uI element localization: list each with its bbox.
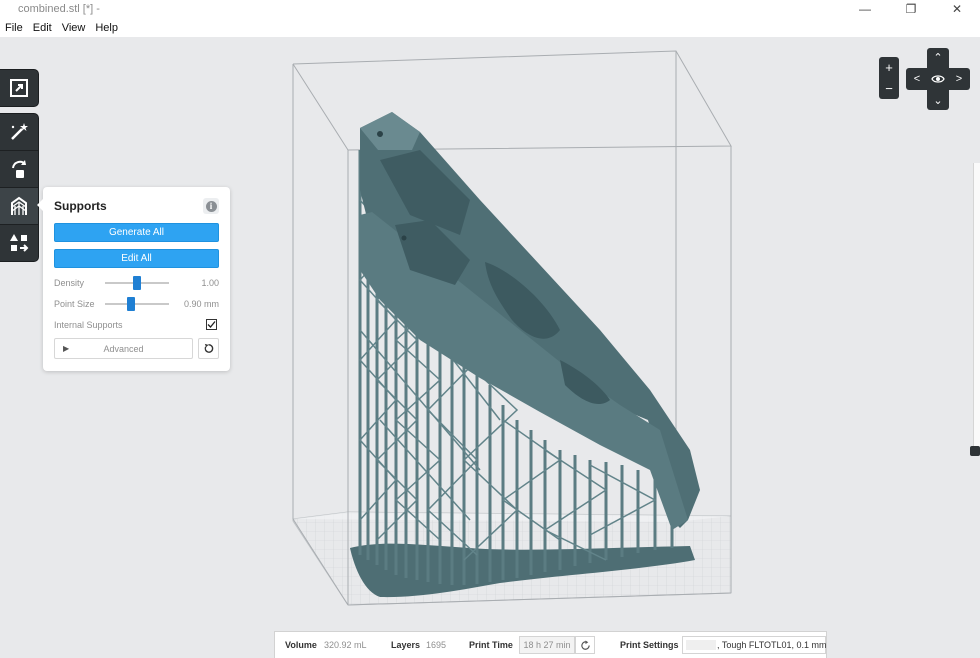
volume-label: Volume — [285, 640, 317, 650]
advanced-button[interactable]: ▶ Advanced — [54, 338, 193, 359]
recalculate-button[interactable] — [575, 636, 595, 654]
internal-supports-checkbox[interactable] — [206, 319, 217, 330]
restore-button[interactable]: ❐ — [888, 0, 934, 18]
density-slider-thumb[interactable] — [133, 276, 141, 290]
layers-label: Layers — [391, 640, 421, 650]
point-size-slider-thumb[interactable] — [126, 297, 135, 311]
print-settings-selector[interactable]: , Tough FLTOTL01, 0.1 mm — [682, 636, 827, 654]
info-icon[interactable]: i — [203, 198, 219, 214]
orientation-tool-button[interactable] — [0, 151, 38, 188]
internal-supports-label: Internal Supports — [54, 320, 123, 330]
menu-help[interactable]: Help — [90, 22, 123, 34]
point-size-value: 0.90 mm — [183, 299, 219, 309]
zoom-controls: + − — [879, 57, 899, 99]
pan-up-button[interactable]: ⌃ — [930, 49, 946, 65]
menu-edit[interactable]: Edit — [28, 22, 57, 34]
layer-slider-handle[interactable] — [970, 446, 980, 456]
zoom-in-button[interactable]: + — [879, 57, 899, 78]
volume-value: 320.92 mL — [324, 640, 367, 650]
eye-icon — [931, 75, 945, 83]
view-dpad: ⌃ ⌄ < > — [906, 48, 970, 110]
reset-icon — [204, 343, 214, 353]
print-time-value: 18 h 27 min — [523, 640, 571, 650]
right-layer-rail[interactable] — [973, 163, 980, 453]
model-hole-2 — [401, 235, 407, 241]
info-glyph: i — [205, 200, 217, 212]
main-toolgroup — [0, 114, 38, 261]
minimize-button[interactable]: — — [842, 0, 888, 18]
refresh-icon — [580, 639, 590, 650]
check-icon — [207, 321, 216, 328]
print-time-field: 18 h 27 min — [519, 636, 575, 654]
magic-wand-icon — [11, 123, 28, 140]
pan-down-button[interactable]: ⌄ — [930, 92, 946, 108]
status-bar: Volume 320.92 mL Layers 1695 Print Time … — [274, 631, 827, 658]
panel-title: Supports — [54, 199, 107, 213]
advanced-label: Advanced — [103, 344, 144, 354]
pan-left-button[interactable]: < — [909, 71, 925, 87]
scale-tool-button[interactable] — [0, 70, 38, 106]
layout-tool-button[interactable] — [0, 225, 38, 261]
print-settings-value: , Tough FLTOTL01, 0.1 mm — [717, 640, 827, 650]
density-value: 1.00 — [201, 278, 219, 288]
pan-right-button[interactable]: > — [951, 71, 967, 87]
reset-button[interactable] — [198, 338, 219, 359]
printer-name-blank — [686, 640, 716, 650]
title-bar: combined.stl [*] - — ❐ ✕ — [0, 0, 980, 18]
print-time-label: Print Time — [469, 640, 513, 650]
view-reset-button[interactable] — [930, 71, 946, 87]
supports-panel: Supports i Generate All Edit All Density… — [37, 187, 230, 371]
density-slider[interactable] — [105, 276, 169, 290]
edit-all-button[interactable]: Edit All — [54, 249, 219, 268]
scale-toolgroup — [0, 70, 38, 106]
zoom-out-button[interactable]: − — [879, 78, 899, 99]
menu-file[interactable]: File — [0, 22, 28, 34]
point-size-slider[interactable] — [105, 297, 169, 311]
generate-all-button[interactable]: Generate All — [54, 223, 219, 242]
supports-tool-button[interactable] — [0, 188, 38, 225]
print-settings-label: Print Settings — [620, 640, 679, 650]
magic-wand-tool-button[interactable] — [0, 114, 38, 151]
expand-icon — [10, 79, 28, 97]
layout-icon — [10, 234, 29, 252]
rotate-icon — [12, 160, 26, 178]
density-label: Density — [54, 278, 85, 288]
window-controls: — ❐ ✕ — [842, 0, 980, 18]
window-title: combined.stl [*] - — [18, 3, 100, 15]
supports-icon — [11, 196, 27, 215]
close-button[interactable]: ✕ — [934, 0, 980, 18]
layers-value: 1695 — [426, 640, 447, 650]
menu-bar: File Edit View Help — [0, 18, 980, 37]
panel-pointer — [37, 199, 43, 211]
menu-view[interactable]: View — [57, 22, 91, 34]
point-size-label: Point Size — [54, 299, 95, 309]
model-hole — [377, 131, 383, 137]
